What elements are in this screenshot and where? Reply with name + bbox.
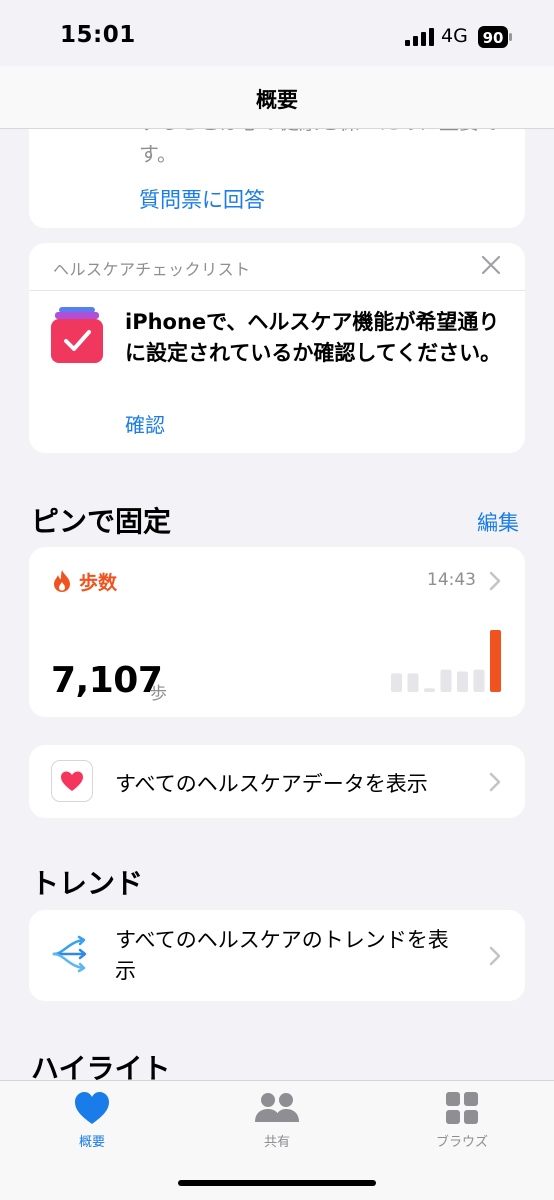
- home-indicator: [178, 1180, 376, 1186]
- tab-browse[interactable]: ブラウズ: [402, 1131, 522, 1150]
- page-title: 概要: [256, 88, 298, 112]
- status-time: 15:01: [60, 22, 136, 48]
- heart-tab-icon[interactable]: [73, 1090, 111, 1126]
- trend-arrows-icon: [52, 935, 87, 973]
- checklist-header: ヘルスケアチェックリスト: [53, 260, 251, 279]
- grid-icon[interactable]: [446, 1092, 478, 1124]
- close-icon[interactable]: [480, 254, 502, 276]
- steps-card[interactable]: 歩数 14:43 7,107 歩: [29, 547, 525, 717]
- steps-chart-bar: [391, 673, 402, 692]
- trends-section-title: トレンド: [31, 867, 144, 900]
- steps-value: 7,107: [51, 660, 163, 701]
- steps-chart-bar: [490, 630, 501, 692]
- confirm-link[interactable]: 確認: [125, 409, 165, 438]
- steps-chart-bar: [440, 669, 452, 692]
- steps-time: 14:43: [427, 570, 476, 590]
- chevron-right-icon: [489, 571, 501, 591]
- steps-chart-bar: [407, 673, 419, 692]
- heart-icon: [51, 760, 93, 802]
- all-trends-row[interactable]: すべてのヘルスケアのトレンドを表示: [29, 910, 525, 1001]
- steps-chart-bar: [473, 669, 485, 692]
- edit-button[interactable]: 編集: [477, 507, 519, 537]
- checklist-card: ヘルスケアチェックリスト iPhoneで、ヘルスケア機能が希望通りに設定されてい…: [29, 243, 525, 453]
- steps-unit: 歩: [150, 684, 167, 704]
- tab-share[interactable]: 共有: [217, 1131, 337, 1150]
- steps-chart-bar: [457, 671, 468, 692]
- chevron-right-icon: [489, 772, 501, 792]
- svg-text:90: 90: [483, 29, 504, 47]
- all-health-data-row[interactable]: すべてのヘルスケアデータを表示: [29, 745, 525, 818]
- battery-icon: 90: [478, 26, 512, 48]
- network-type: 4G: [441, 25, 468, 47]
- tab-summary[interactable]: 概要: [32, 1131, 152, 1150]
- checklist-icon: [51, 307, 103, 363]
- divider: [29, 290, 525, 291]
- chevron-right-icon: [489, 946, 501, 966]
- signal-icon: [405, 28, 434, 46]
- all-trends-label: すべてのヘルスケアのトレンドを表示: [115, 928, 449, 983]
- pinned-section-title: ピンで固定: [31, 505, 172, 538]
- steps-label: 歩数: [79, 572, 118, 594]
- steps-chart-bar: [424, 688, 435, 692]
- flame-icon: [54, 570, 70, 592]
- all-health-data-label: すべてのヘルスケアデータを表示: [115, 772, 428, 796]
- checklist-message: iPhoneで、ヘルスケア機能が希望通りに設定されているか確認してください。: [125, 310, 502, 365]
- steps-mini-chart: [391, 630, 501, 692]
- people-icon[interactable]: [254, 1092, 300, 1124]
- answer-questionnaire-link[interactable]: 質問票に回答: [139, 184, 265, 214]
